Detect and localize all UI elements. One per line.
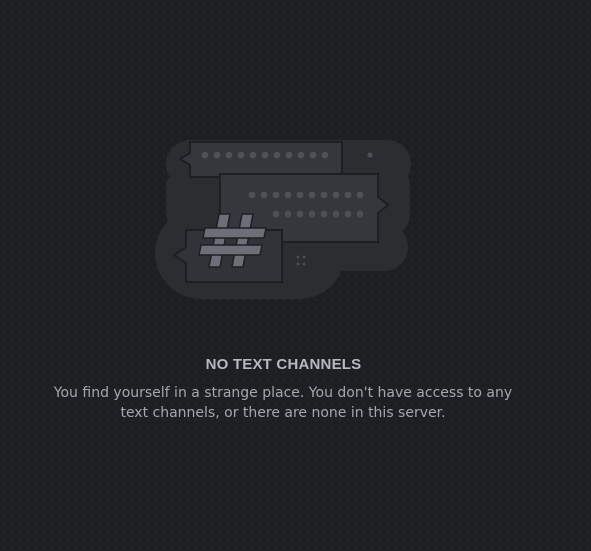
hashtag-channels-illustration-icon [150, 135, 420, 305]
empty-state: NO TEXT CHANNELS You find yourself in a … [0, 0, 591, 551]
empty-state-description: You find yourself in a strange place. Yo… [53, 385, 513, 421]
empty-state-title: NO TEXT CHANNELS [205, 356, 362, 373]
